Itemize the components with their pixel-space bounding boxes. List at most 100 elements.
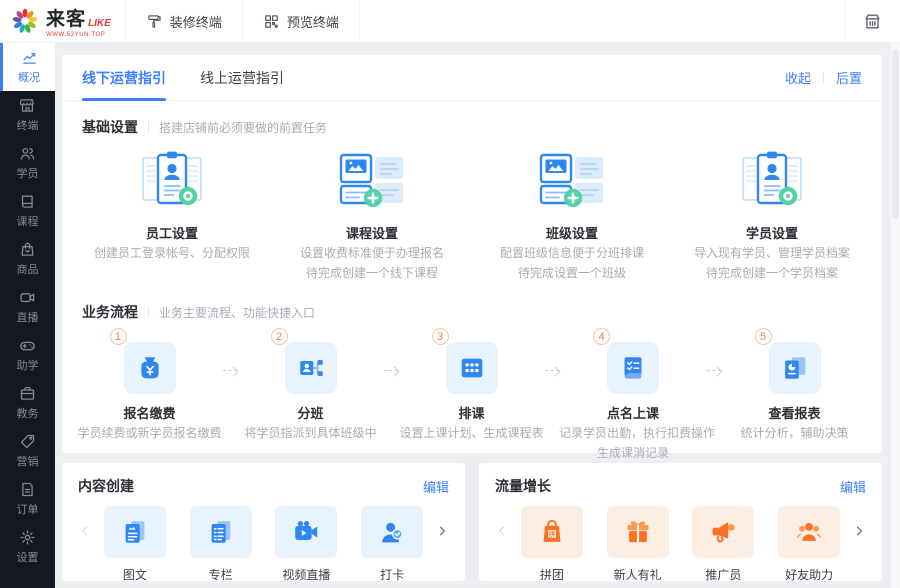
sidebar-label: 终端: [16, 120, 39, 132]
flow-step-schedule[interactable]: 3 排课 设置上课计划、生成课程表: [398, 328, 545, 442]
flow-arrow: [223, 370, 237, 371]
paint-roller-icon: [146, 13, 163, 30]
step-number-badge: 1: [109, 328, 127, 345]
flow-arrow: [384, 370, 398, 371]
basic-section-header: 基础设置 搭建店铺前必须要做的前置任务: [62, 101, 882, 137]
tab-offline-guide[interactable]: 线下运营指引: [82, 55, 166, 101]
task-card-class[interactable]: 班级设置 配置班级信息便于分班排课 待完成设置一个班级: [472, 149, 672, 282]
course-book-icon: [19, 193, 36, 210]
item-label: 拼团: [539, 568, 564, 582]
task-title: 班级设置: [545, 226, 598, 241]
article-icon: [103, 506, 166, 558]
growth-item-group-buy[interactable]: 拼团: [520, 506, 583, 583]
item-label: 好友助力: [785, 568, 834, 582]
content-item-check-in[interactable]: 打卡: [361, 506, 424, 583]
sidebar-label: 商品: [16, 264, 39, 276]
step-desc: 设置上课计划、生成课程表: [399, 426, 544, 440]
app-logo[interactable]: 来客 LIKE WWW.53YUN.TOP: [0, 4, 125, 38]
task-card-course[interactable]: 课程设置 设置收费标准便于办理报名 待完成创建一个线下课程: [272, 149, 472, 282]
flow-section-header: 业务流程 业务主要流程、功能快捷入口: [62, 286, 882, 322]
task-desc: 创建员工登录帐号、分配权限: [93, 246, 250, 260]
video-live-icon: [275, 506, 338, 558]
step-number-badge: 5: [754, 328, 772, 345]
item-label: 打卡: [380, 568, 405, 582]
task-desc: 待完成创建一个线下课程: [305, 266, 438, 280]
task-desc: 待完成设置一个班级: [517, 266, 626, 280]
carousel-next-button[interactable]: [852, 524, 866, 538]
check-in-icon: [361, 506, 424, 558]
move-backward-link[interactable]: 后置: [836, 68, 862, 87]
flow-step-report[interactable]: 5 查看报表 统计分析，辅助决策: [721, 328, 868, 442]
carousel-prev-button[interactable]: [495, 524, 509, 538]
preview-terminal-button[interactable]: 预览终端: [243, 0, 359, 43]
collapse-link[interactable]: 收起: [785, 68, 811, 87]
guide-panel: 线下运营指引 线上运营指引 收起 后置 基础设置 搭建店铺前必须要做的前置任务: [62, 55, 882, 460]
top-header: 来客 LIKE WWW.53YUN.TOP 装修终端 预览终端: [0, 0, 900, 43]
step-title: 查看报表: [768, 406, 821, 421]
sidebar-item-courses[interactable]: 课程: [0, 187, 55, 235]
sidebar-item-goods[interactable]: 商品: [0, 235, 55, 283]
step-number-badge: 3: [431, 328, 449, 345]
task-title: 课程设置: [345, 226, 398, 241]
growth-edit-link[interactable]: 编辑: [840, 477, 866, 496]
decorate-terminal-button[interactable]: 装修终端: [126, 0, 242, 43]
content-edit-link[interactable]: 编辑: [423, 477, 449, 496]
tab-online-guide[interactable]: 线上运营指引: [200, 55, 284, 101]
content-item-video-live[interactable]: 视频直播: [275, 506, 338, 583]
task-desc: 设置收费标准便于办理报名: [299, 246, 444, 260]
content-item-article[interactable]: 图文: [103, 506, 166, 583]
sidebar-item-marketing[interactable]: 营销: [0, 427, 55, 475]
step-number-badge: 4: [593, 328, 610, 345]
card-title: 流量增长: [495, 478, 551, 494]
task-card-student[interactable]: 学员设置 导入现有学员、管理学员档案 待完成创建一个学员档案: [672, 149, 872, 282]
section-divider: [148, 306, 149, 318]
step-title: 排课: [458, 406, 485, 421]
friends-boost-icon: [778, 506, 841, 558]
step-number-badge: 2: [270, 328, 288, 345]
traffic-growth-card: 流量增长 编辑 拼团 新人有礼 推广员 好友助力: [479, 463, 882, 583]
content-item-column[interactable]: 专栏: [189, 506, 252, 583]
sidebar-item-affairs[interactable]: 教务: [0, 379, 55, 427]
basic-cards-row: 员工设置 创建员工登录帐号、分配权限 课程设置 设置收费标准便于办理报名 待完成…: [62, 137, 882, 286]
sidebar-label: 设置: [16, 552, 39, 564]
card-title: 内容创建: [78, 478, 134, 494]
flow-step-assign-class[interactable]: 2 分班 将学员指派到具体班级中: [237, 328, 384, 442]
gamepad-icon: [19, 337, 36, 354]
gift-icon: [606, 506, 669, 558]
sidebar-item-settings[interactable]: 设置: [0, 523, 55, 571]
item-label: 新人有礼: [613, 568, 662, 582]
flow-step-roll-call[interactable]: 4 点名上课 记录学员出勤，执行扣费操作 生成课消记录: [559, 328, 715, 462]
tab-label: 线上运营指引: [200, 69, 284, 86]
sidebar-item-assist[interactable]: 助学: [0, 331, 55, 379]
task-title: 学员设置: [745, 226, 798, 241]
growth-item-promoter[interactable]: 推广员: [692, 506, 755, 583]
sidebar-item-orders[interactable]: 订单: [0, 475, 55, 523]
vertical-scrollbar[interactable]: [891, 43, 900, 588]
logo-badge: LIKE: [88, 18, 111, 29]
flow-step-pay[interactable]: 1 报名缴费 学员续费或新学员报名缴费: [76, 328, 223, 442]
growth-item-friends-boost[interactable]: 好友助力: [778, 506, 841, 583]
step-desc: 学员续费或新学员报名缴费: [77, 426, 222, 440]
task-desc: 导入现有学员、管理学员档案: [693, 246, 850, 260]
task-card-staff[interactable]: 员工设置 创建员工登录帐号、分配权限: [72, 149, 272, 282]
sidebar-label: 学员: [16, 168, 39, 180]
carousel-prev-button[interactable]: [78, 524, 92, 538]
growth-item-newcomer-gift[interactable]: 新人有礼: [606, 506, 669, 583]
group-buy-icon: [520, 506, 583, 558]
shop-home-button[interactable]: [845, 12, 900, 31]
item-label: 视频直播: [282, 568, 331, 582]
scrollbar-thumb[interactable]: [892, 49, 899, 219]
class-collage-icon: [533, 149, 611, 213]
money-bag-icon: [123, 342, 176, 394]
sidebar-item-terminal[interactable]: 终端: [0, 91, 55, 139]
sidebar-item-students[interactable]: 学员: [0, 139, 55, 187]
sidebar-item-overview[interactable]: 概况: [0, 43, 55, 91]
decorate-terminal-label: 装修终端: [169, 14, 222, 30]
header-divider: [358, 0, 360, 43]
sidebar-nav: 概况 终端 学员 课程 商品 直播 助学 教务 营销 订单 设置: [0, 43, 55, 588]
sidebar-label: 课程: [16, 216, 39, 228]
sidebar-item-live[interactable]: 直播: [0, 283, 55, 331]
carousel-next-button[interactable]: [435, 524, 449, 538]
logo-domain: WWW.53YUN.TOP: [46, 32, 106, 38]
sidebar-label: 营销: [16, 456, 39, 468]
